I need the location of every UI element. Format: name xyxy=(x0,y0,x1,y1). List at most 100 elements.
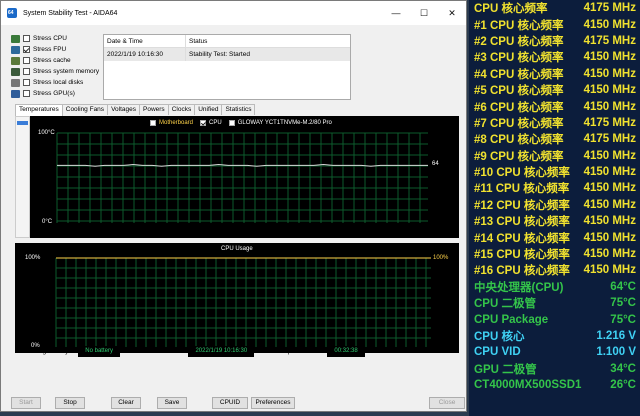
start-button[interactable]: Start xyxy=(11,397,41,409)
osd-row: #2 CPU 核心频率 4175 MHz xyxy=(469,33,640,49)
osd-label: CPU 二极管 xyxy=(474,298,536,311)
tab-unified[interactable]: Unified xyxy=(194,104,223,115)
osd-row: #6 CPU 核心频率 4150 MHz xyxy=(469,98,640,114)
stress-cpu-checkbox[interactable] xyxy=(23,35,30,42)
stop-button[interactable]: Stop xyxy=(55,397,85,409)
osd-value: 75°C xyxy=(610,297,636,310)
graph-scroll-track[interactable] xyxy=(15,116,30,238)
close-dialog-button[interactable]: Close xyxy=(429,397,465,409)
osd-value: 4150 MHz xyxy=(583,18,636,31)
osd-value: 75°C xyxy=(610,313,636,326)
stress-option-gpu[interactable]: Stress GPU(s) xyxy=(11,88,101,99)
test-info-bar: Remaining Battery: No battery Test Start… xyxy=(15,344,459,358)
osd-row: CPU 核心频率 4175 MHz xyxy=(469,0,640,16)
osd-value: 64°C xyxy=(610,280,636,293)
stress-gpu-checkbox[interactable] xyxy=(23,90,30,97)
stress-fpu-checkbox[interactable] xyxy=(23,46,30,53)
osd-value: 4150 MHz xyxy=(583,84,636,97)
close-button[interactable]: ✕ xyxy=(438,1,466,25)
osd-label: #12 CPU 核心频率 xyxy=(474,199,570,212)
stress-option-label: Stress cache xyxy=(33,57,71,64)
osd-row: #8 CPU 核心频率 4175 MHz xyxy=(469,131,640,147)
stress-option-cpu[interactable]: Stress CPU xyxy=(11,33,101,44)
osd-row: GPU 二极管 34°C xyxy=(469,361,640,377)
osd-label: #8 CPU 核心频率 xyxy=(474,134,564,147)
table-row[interactable]: 2022/1/19 10:16:30 Stability Test: Start… xyxy=(104,48,350,61)
stress-memory-checkbox[interactable] xyxy=(23,68,30,75)
osd-label: #14 CPU 核心频率 xyxy=(474,232,570,245)
table-cell-status: Stability Test: Started xyxy=(189,51,250,58)
osd-label: #3 CPU 核心频率 xyxy=(474,52,564,65)
stress-option-cache[interactable]: Stress cache xyxy=(11,55,101,66)
aida64-logo-icon xyxy=(7,8,17,18)
osd-value: 34°C xyxy=(610,362,636,375)
test-started-label: Test Started: xyxy=(143,347,181,355)
tab-temperatures[interactable]: Temperatures xyxy=(15,104,63,116)
osd-label: #15 CPU 核心频率 xyxy=(474,249,570,262)
cache-icon xyxy=(11,56,20,65)
osd-label: GPU 二极管 xyxy=(474,363,537,376)
save-button[interactable]: Save xyxy=(157,397,187,409)
osd-row: 中央处理器(CPU) 64°C xyxy=(469,279,640,295)
osd-label: CPU Package xyxy=(474,313,549,326)
osd-row: #10 CPU 核心频率 4150 MHz xyxy=(469,164,640,180)
tab-voltages[interactable]: Voltages xyxy=(107,104,140,115)
cpuid-button[interactable]: CPUID xyxy=(212,397,248,409)
osd-row: #13 CPU 核心频率 4150 MHz xyxy=(469,213,640,229)
stress-option-disks[interactable]: Stress local disks xyxy=(11,77,101,88)
osd-value: 4150 MHz xyxy=(583,215,636,228)
tab-clocks[interactable]: Clocks xyxy=(167,104,196,115)
osd-label: CT4000MX500SSD1 xyxy=(474,379,582,392)
stress-option-label: Stress GPU(s) xyxy=(33,90,75,97)
tab-statistics[interactable]: Statistics xyxy=(221,104,256,115)
test-started-value: 2022/1/19 10:16:30 xyxy=(188,345,255,357)
clear-button[interactable]: Clear xyxy=(111,397,141,409)
cpu-usage-plot xyxy=(55,257,431,347)
osd-row: #15 CPU 核心频率 4150 MHz xyxy=(469,246,640,262)
status-log-table[interactable]: Date & Time Status 2022/1/19 10:16:30 St… xyxy=(103,34,351,100)
preferences-button[interactable]: Preferences xyxy=(251,397,295,409)
osd-row: #12 CPU 核心频率 4150 MHz xyxy=(469,197,640,213)
osd-value: 4150 MHz xyxy=(583,149,636,162)
osd-row: #3 CPU 核心频率 4150 MHz xyxy=(469,49,640,65)
stress-disks-checkbox[interactable] xyxy=(23,79,30,86)
stress-option-fpu[interactable]: Stress FPU xyxy=(11,44,101,55)
osd-value: 4150 MHz xyxy=(583,264,636,277)
osd-value: 1.100 V xyxy=(596,346,636,359)
osd-label: CPU VID xyxy=(474,346,521,359)
tab-cooling-fans[interactable]: Cooling Fans xyxy=(61,104,109,115)
memory-icon xyxy=(11,67,20,76)
stress-option-label: Stress local disks xyxy=(33,79,84,86)
osd-row: #14 CPU 核心频率 4150 MHz xyxy=(469,229,640,245)
table-cell-datetime: 2022/1/19 10:16:30 xyxy=(104,48,186,61)
tab-powers[interactable]: Powers xyxy=(139,104,169,115)
minimize-button[interactable]: — xyxy=(382,1,410,25)
stress-option-memory[interactable]: Stress system memory xyxy=(11,66,101,77)
osd-value: 1.216 V xyxy=(596,330,636,342)
column-header-status[interactable]: Status xyxy=(186,35,350,47)
osd-row: #9 CPU 核心频率 4150 MHz xyxy=(469,148,640,164)
title-bar[interactable]: System Stability Test - AIDA64 — ☐ ✕ xyxy=(1,1,466,25)
osd-label: #1 CPU 核心频率 xyxy=(474,19,564,32)
osd-label: CPU 核心 xyxy=(474,331,525,343)
osd-label: #13 CPU 核心频率 xyxy=(474,216,570,229)
osd-row: #11 CPU 核心频率 4150 MHz xyxy=(469,180,640,196)
osd-label: #4 CPU 核心频率 xyxy=(474,68,564,81)
osd-row: #16 CPU 核心频率 4150 MHz xyxy=(469,262,640,278)
osd-label: #5 CPU 核心频率 xyxy=(474,85,564,98)
gpu-icon xyxy=(11,89,20,98)
osd-value: 4150 MHz xyxy=(583,100,636,113)
column-header-datetime[interactable]: Date & Time xyxy=(104,35,186,47)
osd-value: 26°C xyxy=(610,379,636,392)
osd-label: #7 CPU 核心频率 xyxy=(474,117,564,130)
elapsed-time-label: Elapsed Time: xyxy=(278,347,320,355)
osd-value: 4175 MHz xyxy=(583,34,636,47)
stress-cache-checkbox[interactable] xyxy=(23,57,30,64)
osd-value: 4175 MHz xyxy=(583,2,636,15)
osd-value: 4175 MHz xyxy=(583,116,636,129)
osd-label: #2 CPU 核心频率 xyxy=(474,35,564,48)
graph-tabs: Temperatures Cooling Fans Voltages Power… xyxy=(15,104,256,116)
osd-label: #9 CPU 核心频率 xyxy=(474,150,564,163)
battery-label: Remaining Battery: xyxy=(15,347,71,355)
maximize-button[interactable]: ☐ xyxy=(410,1,438,25)
